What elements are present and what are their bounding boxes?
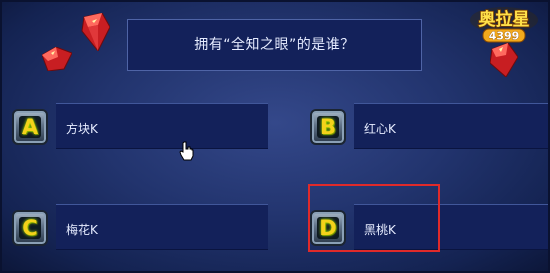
red-gem-icon (490, 43, 518, 77)
answer-letter: C (19, 217, 41, 239)
answer-letter: B (317, 116, 339, 138)
red-gem-icon (81, 13, 110, 51)
logo-graphic: 奥拉星 4399 (470, 7, 538, 43)
answer-text: 红心K (364, 122, 396, 136)
answer-letter-badge: A (12, 109, 48, 145)
answer-option-b[interactable]: 红心K B (310, 103, 550, 149)
selection-highlight-box (308, 184, 440, 252)
svg-text:奥拉星: 奥拉星 (479, 9, 530, 30)
answer-text: 梅花K (66, 223, 98, 237)
answer-letter-badge: B (310, 109, 346, 145)
hand-cursor-icon (179, 141, 194, 161)
svg-text:4399: 4399 (489, 30, 520, 43)
answer-bar: 红心K (354, 103, 550, 149)
answer-letter: A (19, 116, 41, 138)
answer-bar: 梅花K (56, 204, 268, 250)
red-gem-icon (42, 47, 72, 71)
answer-bar: 方块K (56, 103, 268, 149)
answer-text: 方块K (66, 122, 98, 136)
question-panel: 拥有“全知之眼”的是谁？ (127, 19, 422, 71)
answer-option-a[interactable]: 方块K A (12, 103, 268, 149)
answer-letter-badge: C (12, 210, 48, 246)
question-text: 拥有“全知之眼”的是谁？ (194, 37, 355, 53)
answer-option-c[interactable]: 梅花K C (12, 204, 268, 250)
quiz-screen: 拥有“全知之眼”的是谁？ 方块K A 红心K B 梅花K C 黑桃K D 奥拉星… (0, 0, 550, 273)
game-logo: 奥拉星 4399 (465, 4, 543, 44)
